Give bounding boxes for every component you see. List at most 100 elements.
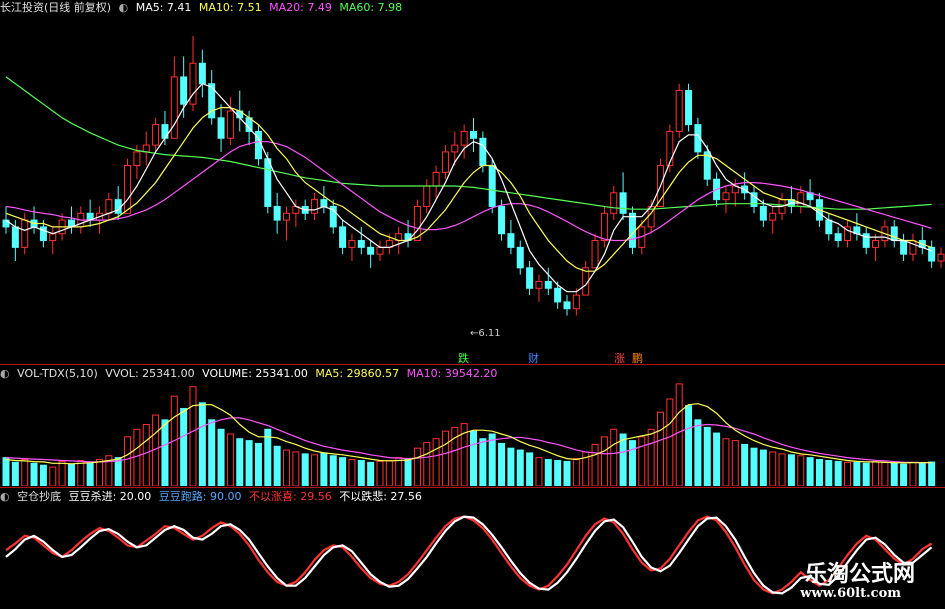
candle (572, 294, 580, 310)
volume-bar (273, 445, 281, 486)
candle (759, 205, 767, 221)
volume-bar (750, 447, 758, 486)
volume-value: VOLUME: 25341.00 (202, 367, 308, 380)
volume-bar (572, 458, 580, 486)
indicator-param-2: 豆豆跑路: 90.00 (158, 490, 242, 503)
volume-bar (507, 447, 515, 486)
stock-title: 长江投资(日线 前复权) (0, 1, 112, 14)
volume-header: ◐ VOL-TDX(5,10) VVOL: 25341.00 VOLUME: 2… (0, 366, 501, 382)
volume-bar (226, 433, 234, 486)
volume-bar (133, 428, 141, 486)
volume-bar (58, 460, 66, 486)
volume-bar (2, 457, 10, 486)
volume-bar (703, 426, 711, 486)
main-chart-header: 长江投资(日线 前复权) ◐ MA5: 7.41 MA10: 7.51 MA20… (0, 0, 406, 16)
candle (49, 233, 57, 242)
volume-bar (189, 386, 197, 486)
candle (722, 192, 730, 201)
volume-bar (67, 463, 75, 486)
candle (161, 124, 169, 139)
collapse-icon[interactable]: ◐ (119, 1, 129, 14)
volume-bar (806, 457, 814, 486)
volume-bar (862, 462, 870, 486)
volume-bar (441, 430, 449, 486)
volume-bar (479, 438, 487, 486)
low-point-marker: ←6.11 (470, 328, 501, 339)
indicator-name: 空仓抄底 (17, 490, 62, 503)
candle (470, 130, 477, 139)
volume-chart (2, 383, 936, 486)
candle (834, 233, 842, 242)
candle (264, 158, 272, 207)
volume-bar (11, 461, 19, 486)
volume-bar (535, 457, 543, 486)
candle (348, 240, 356, 248)
volume-bar (778, 453, 786, 486)
candle (685, 90, 693, 126)
candle (610, 192, 618, 214)
volume-bar (628, 440, 636, 486)
volume-bar (283, 449, 290, 486)
volume-bar (516, 449, 524, 486)
volume-bar (404, 459, 412, 486)
volume-bar (161, 419, 169, 486)
candle (890, 226, 898, 242)
volume-bar (142, 424, 150, 486)
volume-bar (21, 459, 29, 486)
volume-bar (488, 433, 496, 486)
volume-bar (544, 459, 552, 486)
volume-bar (432, 438, 440, 486)
volume-bar (928, 461, 936, 486)
indicator-collapse-icon[interactable]: ◐ (0, 490, 10, 503)
volume-bar (198, 402, 206, 486)
volume-bar (498, 442, 506, 486)
candle (928, 246, 936, 262)
candle (460, 130, 468, 146)
candle (170, 76, 178, 139)
volume-bar (853, 461, 861, 486)
volume-bar (49, 466, 57, 486)
volume-bar (124, 436, 132, 486)
candle (367, 246, 375, 255)
volume-bar (180, 407, 188, 486)
volume-bar (881, 461, 889, 486)
volume-bar (713, 432, 721, 486)
candle (554, 287, 562, 303)
candle (666, 130, 674, 167)
panel-divider-bottom (0, 487, 945, 488)
volume-bar (320, 452, 328, 486)
candle (488, 165, 496, 207)
volume-bar (591, 443, 599, 486)
candle (526, 267, 534, 289)
candle (320, 199, 328, 207)
volume-collapse-icon[interactable]: ◐ (0, 367, 10, 380)
candle (376, 246, 384, 255)
stock-chart-canvas: 长江投资(日线 前复权) ◐ MA5: 7.41 MA10: 7.51 MA20… (0, 0, 945, 609)
volume-bar (526, 452, 534, 486)
volume-bar (254, 442, 262, 486)
volume-bar (329, 455, 337, 486)
volume-bar (619, 433, 627, 486)
ma20-value: MA20: 7.49 (269, 1, 332, 14)
volume-bar (731, 440, 739, 486)
volume-bar (236, 438, 244, 486)
vol-indicator-name: VOL-TDX(5,10) (17, 367, 98, 380)
volume-bar (722, 438, 730, 486)
volume-bar (815, 459, 823, 486)
candle (11, 226, 19, 248)
volume-bar (292, 451, 300, 486)
indicator-line-rise (5, 515, 933, 595)
volume-bar (264, 428, 272, 486)
candle (535, 280, 543, 289)
candle (544, 280, 552, 289)
candle (619, 192, 627, 214)
volume-bar (675, 383, 683, 486)
candle (133, 151, 141, 167)
volume-bar (39, 464, 47, 486)
candle (217, 117, 225, 139)
volume-bar (759, 449, 767, 486)
volume-bar (563, 460, 571, 486)
volume-bar (554, 459, 562, 486)
candle (273, 205, 281, 221)
volume-bar (797, 455, 805, 486)
